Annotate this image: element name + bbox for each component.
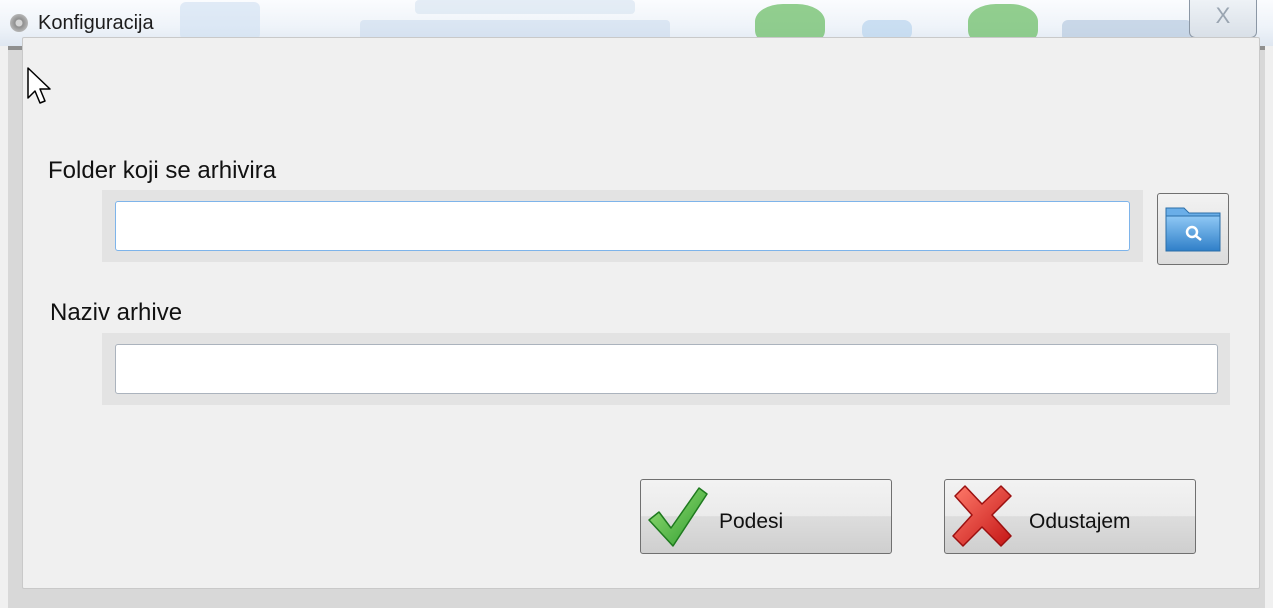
red-x-icon bbox=[952, 485, 1012, 547]
background-blur bbox=[415, 0, 635, 14]
gear-icon bbox=[10, 14, 28, 32]
folder-label: Folder koji se arhivira bbox=[48, 157, 277, 184]
folder-search-icon bbox=[1165, 207, 1221, 252]
podesi-button-label: Podesi bbox=[719, 510, 784, 533]
folder-path-input[interactable] bbox=[115, 201, 1130, 251]
browse-folder-button[interactable] bbox=[1157, 193, 1229, 265]
window-title: Konfiguracija bbox=[38, 12, 154, 34]
archive-name-label: Naziv arhive bbox=[50, 299, 183, 326]
odustajem-button[interactable]: Odustajem bbox=[944, 479, 1196, 554]
podesi-button[interactable]: Podesi bbox=[640, 479, 892, 554]
odustajem-button-label: Odustajem bbox=[1029, 510, 1131, 533]
checkmark-icon bbox=[648, 487, 708, 547]
background-blur bbox=[180, 2, 260, 40]
close-button[interactable]: X bbox=[1189, 0, 1257, 38]
archive-name-input[interactable] bbox=[115, 344, 1218, 394]
mouse-cursor-icon bbox=[27, 67, 51, 104]
